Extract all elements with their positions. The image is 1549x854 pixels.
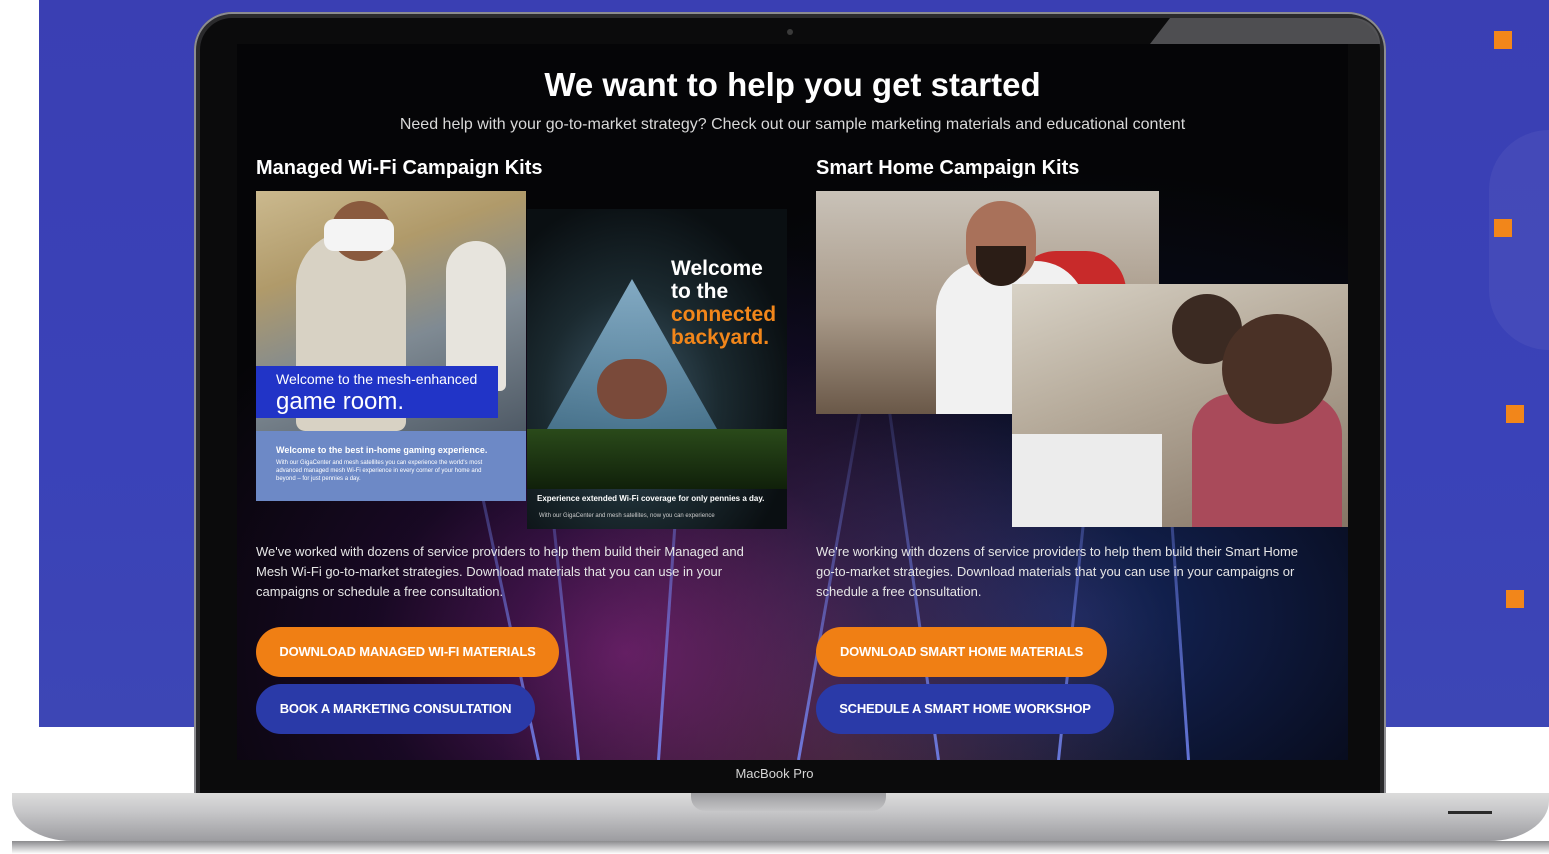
backyard-headline: Welcome to the connected backyard. bbox=[671, 257, 777, 349]
smart-home-kits-heading: Smart Home Campaign Kits bbox=[816, 157, 1080, 179]
game-room-banner: Welcome to the mesh-enhanced game room. bbox=[256, 366, 498, 418]
vr-headset-icon bbox=[324, 219, 394, 251]
smart-home-description: We're working with dozens of service pro… bbox=[816, 544, 1299, 599]
info-heading: Welcome to the best in-home gaming exper… bbox=[276, 445, 488, 455]
info-body: With our GigaCenter and mesh satellites … bbox=[276, 460, 483, 482]
wifi-kits-heading: Managed Wi-Fi Campaign Kits bbox=[256, 157, 543, 179]
banner-small-text: Welcome to the mesh-enhanced bbox=[276, 371, 478, 387]
connected-backyard-image: Welcome to the connected backyard. Exper… bbox=[527, 209, 787, 529]
orange-square-decoration bbox=[1506, 405, 1524, 423]
wifi-description: We've worked with dozens of service prov… bbox=[256, 544, 744, 599]
banner-large-text: game room. bbox=[276, 388, 405, 415]
device-label: MacBook Pro bbox=[735, 766, 814, 781]
laptop-screen: We want to help you get started Need hel… bbox=[237, 44, 1348, 760]
backyard-caption-body: With our GigaCenter and mesh satellites,… bbox=[539, 513, 715, 519]
download-smart-home-materials-button[interactable]: DOWNLOAD SMART HOME MATERIALS bbox=[816, 627, 1107, 677]
orange-square-decoration bbox=[1506, 590, 1524, 608]
schedule-workshop-button[interactable]: SCHEDULE A SMART HOME WORKSHOP bbox=[816, 684, 1114, 734]
page-subtitle: Need help with your go-to-market strateg… bbox=[399, 116, 1186, 133]
screen-glare bbox=[1150, 18, 1380, 44]
page-title: We want to help you get started bbox=[544, 66, 1041, 103]
base-shadow bbox=[12, 841, 1549, 854]
laptop-notch bbox=[691, 793, 886, 811]
orange-square-decoration bbox=[1494, 31, 1512, 49]
gaming-info-box: Welcome to the best in-home gaming exper… bbox=[256, 431, 526, 501]
backyard-caption: Experience extended Wi-Fi coverage for o… bbox=[537, 494, 765, 503]
book-consultation-button[interactable]: BOOK A MARKETING CONSULTATION bbox=[256, 684, 535, 734]
download-wifi-materials-button[interactable]: DOWNLOAD MANAGED WI-FI MATERIALS bbox=[256, 627, 559, 677]
orange-square-decoration bbox=[1494, 219, 1512, 237]
smart-home-couple-image bbox=[1012, 284, 1348, 527]
background-decoration bbox=[1489, 130, 1549, 350]
base-detail bbox=[1448, 811, 1492, 814]
camera-icon bbox=[787, 29, 793, 35]
